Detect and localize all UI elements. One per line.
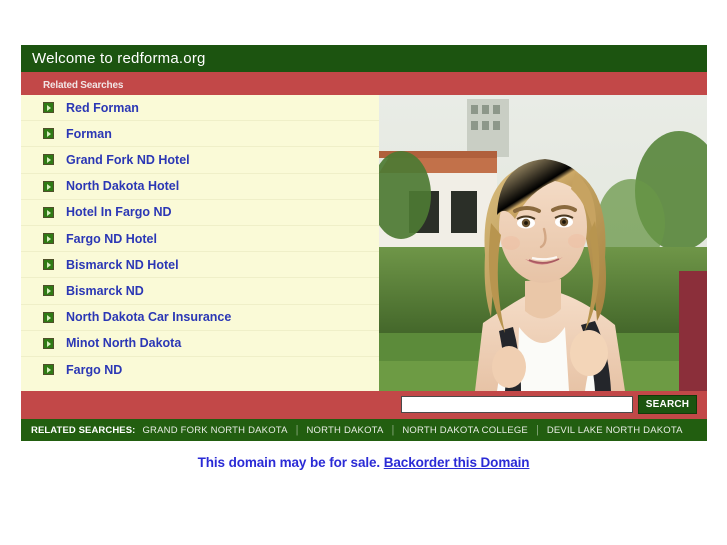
list-item[interactable]: Hotel In Fargo ND [21, 200, 379, 226]
list-item[interactable]: Fargo ND Hotel [21, 226, 379, 253]
list-item-label: North Dakota Car Insurance [66, 310, 232, 325]
list-item-label: Red Forman [66, 100, 139, 115]
backorder-domain-link[interactable]: Backorder this Domain [384, 455, 530, 470]
page: Welcome to redforma.org Related Searches… [0, 0, 727, 545]
list-item[interactable]: North Dakota Car Insurance [21, 305, 379, 331]
list-item-label: Grand Fork ND Hotel [66, 152, 190, 167]
list-item-label: Bismarck ND Hotel [66, 257, 179, 272]
footer-related-searches: RELATED SEARCHES: GRAND FORK NORTH DAKOT… [21, 419, 707, 441]
footer-term[interactable]: DEVIL LAKE NORTH DAKOTA [547, 425, 683, 436]
body-row: Red Forman Forman Grand Fork ND Hotel No… [21, 95, 707, 391]
welcome-header: Welcome to redforma.org [21, 45, 707, 72]
arrow-bullet-icon [43, 285, 54, 297]
list-item-label: Hotel In Fargo ND [66, 205, 172, 220]
list-item[interactable]: Bismarck ND [21, 278, 379, 305]
footer-separator: | [295, 424, 299, 436]
list-item-label: Fargo ND Hotel [66, 231, 157, 246]
arrow-bullet-icon [43, 180, 54, 192]
list-item[interactable]: Minot North Dakota [21, 331, 379, 357]
footer-term[interactable]: NORTH DAKOTA COLLEGE [402, 425, 528, 436]
domain-for-sale-notice: This domain may be for sale. Backorder t… [0, 455, 727, 470]
arrow-bullet-icon [43, 206, 54, 218]
footer-term[interactable]: GRAND FORK NORTH DAKOTA [142, 425, 287, 436]
page-title: Welcome to redforma.org [32, 50, 206, 67]
list-item[interactable]: North Dakota Hotel [21, 174, 379, 200]
related-searches-header: Related Searches [21, 72, 707, 95]
content-container: Welcome to redforma.org Related Searches… [21, 45, 707, 441]
list-item-label: Forman [66, 126, 112, 141]
list-item-label: Fargo ND [66, 362, 123, 377]
list-item[interactable]: Forman [21, 121, 379, 148]
list-item-label: Bismarck ND [66, 283, 144, 298]
related-searches-label: Related Searches [43, 80, 124, 91]
arrow-bullet-icon [43, 364, 54, 376]
photo-frame [379, 95, 707, 391]
list-item[interactable]: Bismarck ND Hotel [21, 252, 379, 279]
footer-separator: | [391, 424, 395, 436]
arrow-bullet-icon [43, 233, 54, 245]
banner-photo [379, 95, 707, 391]
for-sale-text: This domain may be for sale. [197, 455, 381, 470]
arrow-bullet-icon [43, 102, 54, 114]
list-item[interactable]: Red Forman [21, 95, 379, 122]
list-item[interactable]: Fargo ND [21, 357, 379, 383]
related-links-list: Red Forman Forman Grand Fork ND Hotel No… [21, 95, 379, 391]
search-button[interactable]: SEARCH [638, 395, 697, 414]
footer-term[interactable]: NORTH DAKOTA [307, 425, 384, 436]
search-input[interactable] [401, 396, 633, 413]
student-photo-illustration [379, 95, 707, 391]
arrow-bullet-icon [43, 337, 54, 349]
list-item-label: Minot North Dakota [66, 336, 182, 351]
footer-label: RELATED SEARCHES: [31, 424, 136, 436]
list-item-label: North Dakota Hotel [66, 179, 180, 194]
arrow-bullet-icon [43, 128, 54, 140]
list-item[interactable]: Grand Fork ND Hotel [21, 147, 379, 174]
footer-separator: | [535, 424, 539, 436]
search-bar: SEARCH [21, 391, 707, 419]
arrow-bullet-icon [43, 259, 54, 271]
arrow-bullet-icon [43, 311, 54, 323]
arrow-bullet-icon [43, 154, 54, 166]
